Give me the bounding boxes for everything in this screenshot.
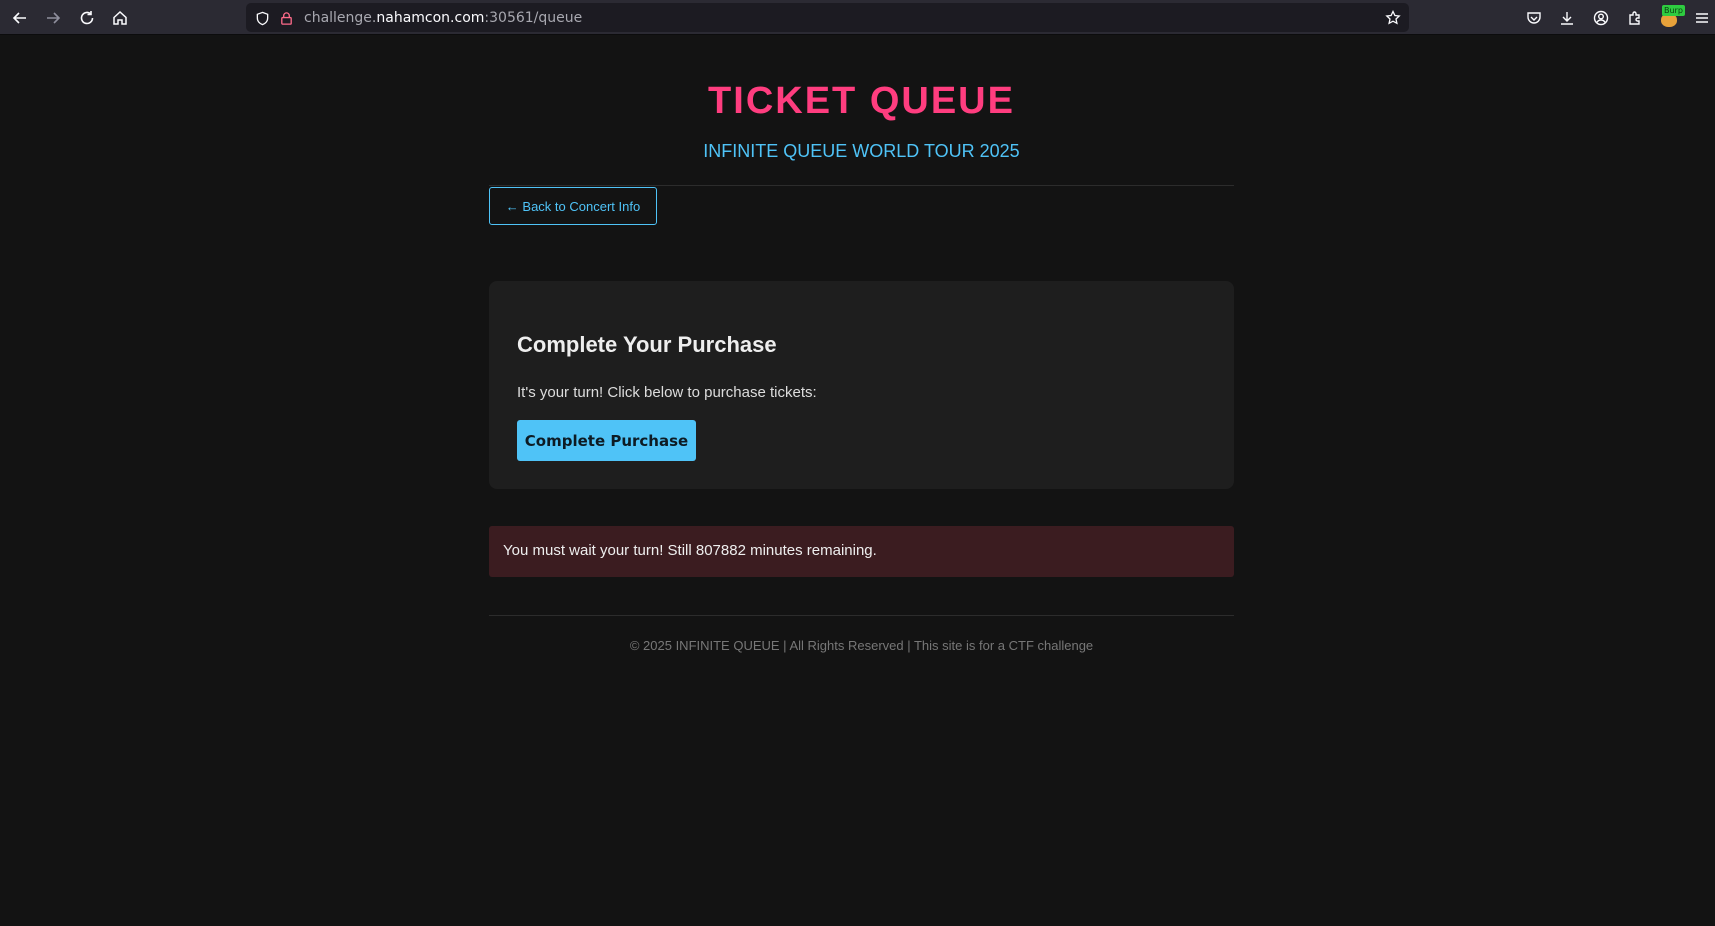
error-alert: You must wait your turn! Still 807882 mi…	[489, 526, 1234, 577]
error-message: You must wait your turn! Still 807882 mi…	[503, 542, 877, 559]
menu-icon[interactable]	[1689, 5, 1715, 31]
footer-text: © 2025 INFINITE QUEUE | All Rights Reser…	[629, 638, 1094, 653]
bookmark-star-icon[interactable]	[1383, 8, 1403, 28]
page-content: TICKET QUEUE INFINITE QUEUE WORLD TOUR 2…	[0, 36, 1715, 926]
extensions-icon[interactable]	[1622, 5, 1648, 31]
purchase-message: It's your turn! Click below to purchase …	[517, 384, 817, 401]
browser-toolbar: challenge.nahamcon.com:30561/queue Burp	[0, 0, 1715, 35]
burp-extension-icon[interactable]: Burp	[1656, 5, 1685, 31]
burp-badge: Burp	[1662, 5, 1685, 16]
purchase-heading: Complete Your Purchase	[517, 332, 777, 357]
url-suffix: :30561/queue	[484, 10, 583, 26]
header-divider	[489, 185, 1234, 186]
download-icon[interactable]	[1554, 5, 1580, 31]
purchase-card: Complete Your Purchase It's your turn! C…	[489, 281, 1234, 489]
back-arrow-icon[interactable]	[7, 5, 33, 31]
url-text[interactable]: challenge.nahamcon.com:30561/queue	[304, 10, 582, 26]
shield-icon[interactable]	[254, 10, 270, 26]
url-prefix: challenge.	[304, 10, 377, 26]
footer-divider	[489, 615, 1234, 616]
account-icon[interactable]	[1588, 5, 1614, 31]
insecure-lock-icon[interactable]	[278, 10, 294, 26]
home-icon[interactable]	[107, 5, 133, 31]
site-title: TICKET QUEUE	[708, 80, 1015, 122]
pocket-icon[interactable]	[1521, 5, 1547, 31]
site-subtitle: INFINITE QUEUE WORLD TOUR 2025	[703, 141, 1020, 161]
forward-arrow-icon[interactable]	[40, 5, 66, 31]
back-to-concert-button[interactable]: ← Back to Concert Info	[489, 187, 657, 225]
reload-icon[interactable]	[74, 5, 100, 31]
address-bar[interactable]: challenge.nahamcon.com:30561/queue	[246, 3, 1409, 32]
complete-purchase-button[interactable]: Complete Purchase	[517, 420, 696, 461]
url-host: nahamcon.com	[376, 10, 485, 26]
